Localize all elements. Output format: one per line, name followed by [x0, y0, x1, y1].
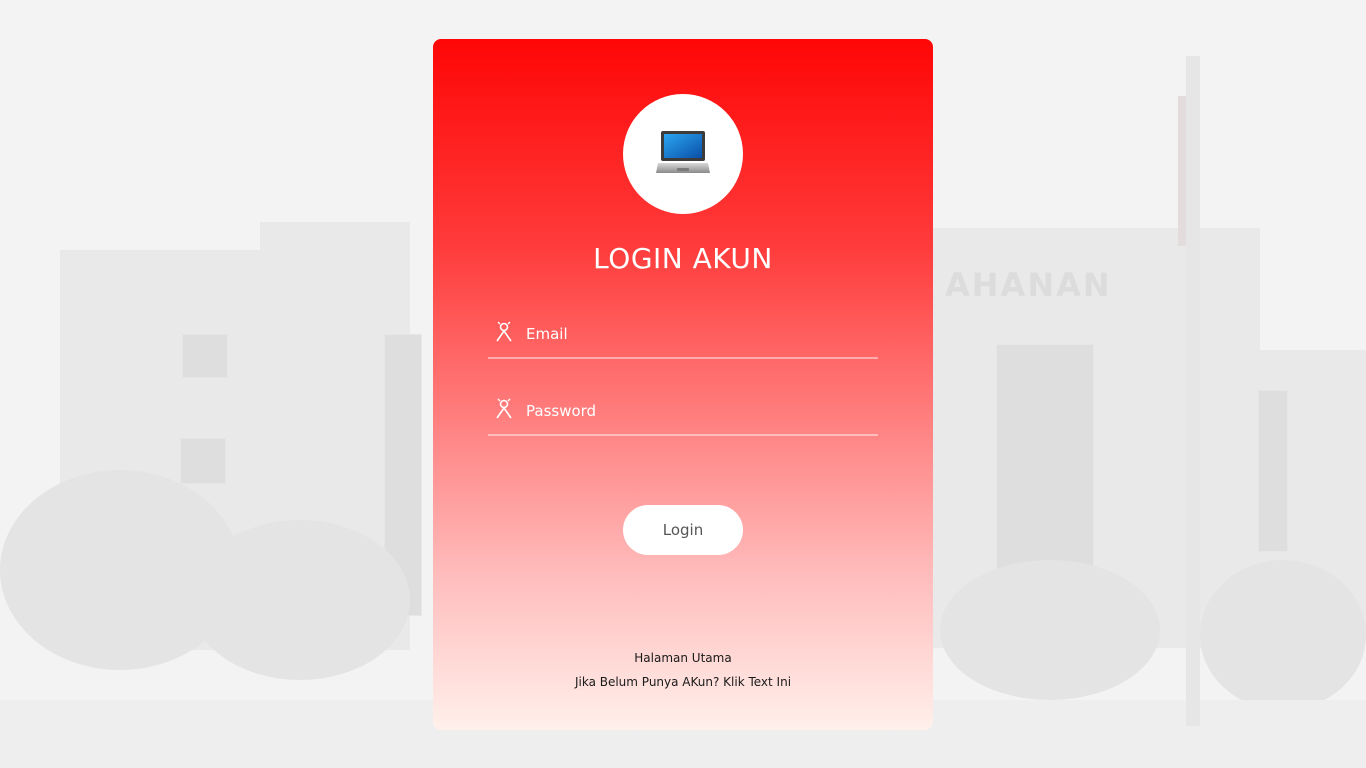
building-sign-text: AHANAN	[945, 266, 1112, 304]
email-input[interactable]	[526, 321, 866, 347]
flag	[1178, 96, 1186, 246]
building-roof	[260, 222, 410, 252]
user-icon	[495, 321, 515, 345]
building-window	[182, 334, 228, 378]
page-title: LOGIN AKUN	[593, 242, 773, 275]
tree	[940, 560, 1160, 700]
password-field	[488, 392, 878, 436]
login-card: LOGIN AKUN Login Halaman Utama Jika Belu…	[433, 39, 933, 730]
email-field	[488, 315, 878, 359]
tree	[1200, 560, 1366, 710]
home-link[interactable]: Halaman Utama	[433, 651, 933, 665]
flag-pole	[1186, 56, 1200, 726]
building-window	[996, 344, 1094, 586]
building-window	[1258, 390, 1288, 552]
laptop-icon	[656, 131, 710, 173]
login-button[interactable]: Login	[623, 505, 743, 555]
user-icon	[495, 398, 515, 422]
register-link[interactable]: Jika Belum Punya AKun? Klik Text Ini	[433, 675, 933, 689]
building-window	[180, 438, 226, 484]
tree	[190, 520, 410, 680]
password-input[interactable]	[526, 398, 866, 424]
avatar	[623, 94, 743, 214]
